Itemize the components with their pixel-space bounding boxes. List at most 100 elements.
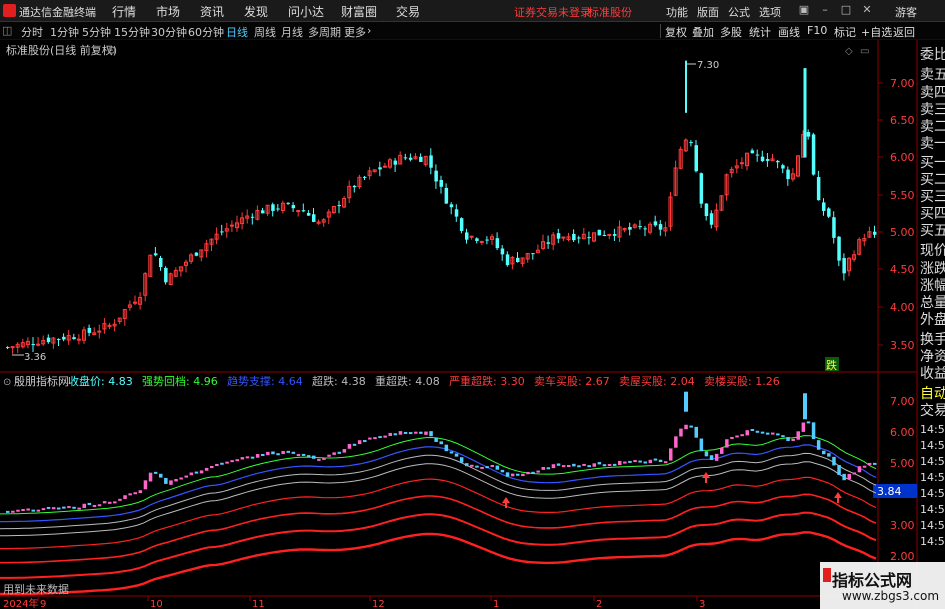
period-30min[interactable]: 30分钟 — [151, 24, 187, 40]
ind-candle-body — [745, 430, 749, 436]
ind-candle-body — [714, 453, 719, 461]
tool-draw[interactable]: 画线 — [778, 24, 800, 40]
side-item-outer-disk[interactable]: 外盘 — [918, 310, 945, 330]
close-icon[interactable]: ✕ — [860, 3, 874, 17]
period-15min[interactable]: 15分钟 — [114, 24, 150, 40]
chart-option-icon[interactable]: ◇ — [845, 46, 853, 57]
candle-body — [602, 234, 607, 236]
candle-body — [10, 346, 15, 349]
period-1min[interactable]: 1分钟 — [50, 24, 79, 40]
chart-canvas[interactable]: 标准股份(日线 前复权) ⚙ ◇ ▭ 7.00 6.50 6.00 5.50 5… — [0, 40, 945, 609]
tool-back[interactable]: 返回 — [893, 24, 915, 40]
candle-body — [444, 187, 449, 204]
period-60min[interactable]: 60分钟 — [188, 24, 224, 40]
ind-candle-body — [765, 432, 770, 435]
guest-user[interactable]: 游客 — [895, 4, 917, 20]
chart-expand-icon[interactable]: ▭ — [860, 46, 869, 57]
ind-candle-body — [704, 451, 709, 457]
login-warning[interactable]: 证券交易未登录 — [514, 4, 591, 20]
side-item-ask1[interactable]: 卖一 — [918, 134, 945, 154]
candle-body — [459, 218, 464, 231]
tool-adjust[interactable]: 复权 — [665, 24, 687, 40]
side-item-earnings[interactable]: 收益 — [918, 364, 945, 384]
tool-statistics[interactable]: 统计 — [749, 24, 771, 40]
ind-candle-body — [628, 460, 632, 463]
side-item-bid5[interactable]: 买五 — [918, 221, 945, 241]
candle-body — [806, 132, 811, 137]
candle-body — [475, 238, 479, 241]
period-daily[interactable]: 日线 — [226, 24, 248, 40]
ind-candle-body — [199, 470, 204, 474]
ind-candle-body — [689, 425, 693, 428]
menu-item-news[interactable]: 资讯 — [200, 3, 224, 20]
ind-candle-body — [26, 508, 30, 511]
period-weekly[interactable]: 周线 — [254, 24, 276, 40]
watermark: 指标公式网 www.zbgs3.com — [820, 562, 945, 609]
maximize-icon[interactable]: □ — [839, 3, 853, 17]
candle-body — [827, 208, 831, 217]
candle-body — [699, 173, 704, 204]
ind-candle-body — [561, 465, 566, 468]
candle-body — [393, 160, 398, 165]
tool-f10[interactable]: F10 — [807, 24, 827, 37]
side-item-ask5[interactable]: 卖五 — [918, 65, 945, 85]
ind-candle-body — [398, 431, 403, 435]
ind-candle-body — [92, 504, 97, 507]
ind-candle-body — [510, 473, 515, 477]
skin-icon[interactable]: ▣ — [797, 3, 811, 17]
menu-item-ask[interactable]: 问小达 — [288, 3, 324, 20]
menu-item-trade[interactable]: 交易 — [396, 3, 420, 20]
ind-candle-body — [684, 391, 688, 412]
menu-item-formula[interactable]: 公式 — [728, 4, 750, 20]
period-monthly[interactable]: 月线 — [281, 24, 303, 40]
ind-candle-body — [786, 437, 790, 441]
candle-body — [261, 210, 265, 214]
menu-item-function[interactable]: 功能 — [666, 4, 688, 20]
tick-time: 14:56 — [920, 487, 945, 500]
menu-item-layout[interactable]: 版面 — [697, 4, 719, 20]
ind-candle-body — [602, 464, 607, 467]
indicator-toggle-icon[interactable]: ⊙ — [3, 377, 11, 388]
panel-toggle-icon[interactable]: ◫ — [2, 24, 12, 37]
period-toolbar: ◫ 分时 1分钟 5分钟 15分钟 30分钟 60分钟 日线 周线 月线 多周期… — [0, 22, 945, 40]
candle-body — [572, 233, 576, 241]
ind-candle-body — [245, 456, 250, 459]
ind-candle-body — [189, 472, 194, 476]
ind-candle-body — [261, 453, 265, 456]
menu-item-wealth[interactable]: 财富圈 — [341, 3, 377, 20]
tool-mark[interactable]: 标记 — [834, 24, 856, 40]
minimize-icon[interactable]: – — [818, 3, 832, 17]
candle-body — [653, 221, 658, 226]
menu-item-discover[interactable]: 发现 — [244, 3, 268, 20]
chart-area[interactable]: 标准股份(日线 前复权) ⚙ ◇ ▭ 7.00 6.50 6.00 5.50 5… — [0, 40, 945, 609]
candle-body — [312, 214, 316, 222]
period-tick[interactable]: 分时 — [21, 24, 43, 40]
ind-candle-body — [225, 461, 229, 464]
tick-time: 14:56 — [920, 519, 945, 532]
candle-body — [429, 155, 433, 168]
ind-candle-body — [771, 432, 775, 435]
chevron-right-icon[interactable]: › — [367, 24, 371, 37]
main-y-tick: 3.50 — [890, 339, 915, 352]
ind-candle-body — [143, 480, 148, 490]
tool-add-watchlist[interactable]: +自选 — [861, 24, 892, 40]
tool-overlay[interactable]: 叠加 — [692, 24, 714, 40]
period-more[interactable]: 更多 — [344, 24, 366, 40]
menu-item-markets[interactable]: 市场 — [156, 3, 180, 20]
menu-item-market[interactable]: 行情 — [112, 3, 136, 20]
ind-candle-body — [857, 466, 862, 473]
chart-settings-icon[interactable]: ⚙ — [107, 44, 117, 57]
ind-candle-body — [485, 466, 489, 469]
ind-candle-body — [556, 463, 561, 466]
ind-candle-body — [827, 453, 831, 457]
menu-item-options[interactable]: 选项 — [759, 4, 781, 20]
ind-candle-body — [459, 457, 464, 463]
side-item-price[interactable]: 现价 — [918, 241, 945, 261]
period-5min[interactable]: 5分钟 — [82, 24, 111, 40]
tool-multi-stock[interactable]: 多股 — [720, 24, 742, 40]
candle-body — [500, 248, 505, 255]
side-item-trade[interactable]: 交易 — [918, 401, 945, 421]
period-multi[interactable]: 多周期 — [308, 24, 341, 40]
side-item-commission-ratio[interactable]: 委比 — [918, 45, 945, 65]
candle-body — [434, 170, 438, 182]
